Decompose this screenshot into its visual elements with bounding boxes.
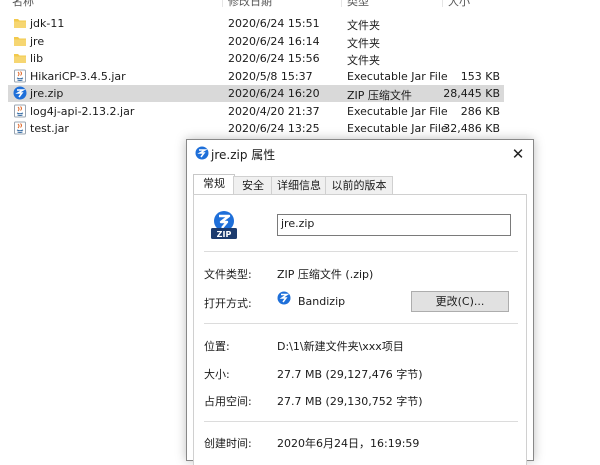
file-row[interactable]: HikariCP-3.4.5.jar 2020/5/8 15:37 Executab… [8, 68, 504, 85]
file-name: log4j-api-2.13.2.jar [30, 104, 135, 118]
file-name: lib [30, 52, 44, 65]
column-divider[interactable] [341, 0, 342, 7]
open-with-value: Bandizip [298, 295, 346, 308]
file-name: test.jar [30, 122, 69, 135]
folder-icon [14, 36, 26, 46]
tab-general[interactable]: 常规 [193, 174, 235, 195]
column-size-header[interactable]: 大小 [448, 0, 470, 9]
file-type: Executable Jar File [347, 69, 448, 83]
file-date: 2020/4/20 21:37 [228, 104, 320, 118]
properties-dialog: jre.zip 属性 ✕ 常规 安全 详细信息 以前的版本 ZIP jre.zi… [186, 139, 534, 465]
size-label: 大小: [204, 368, 230, 381]
general-tab-panel: ZIP jre.zip 文件类型: ZIP 压缩文件 (.zip) 打开方式: … [193, 194, 527, 465]
bandizip-zip-icon [13, 86, 27, 100]
open-with-label: 打开方式: [204, 297, 252, 310]
file-name: jre.zip [30, 87, 64, 100]
file-name: jdk-11 [30, 17, 65, 30]
file-type-value: ZIP 压缩文件 (.zip) [277, 268, 374, 281]
file-date: 2020/6/24 15:56 [228, 52, 320, 65]
divider [204, 421, 518, 422]
folder-icon [14, 19, 26, 28]
java-jar-icon [14, 121, 26, 135]
file-date: 2020/5/8 15:37 [228, 69, 313, 83]
file-type: Executable Jar File [347, 122, 448, 135]
location-label: 位置: [204, 340, 230, 353]
file-date: 2020/6/24 15:51 [228, 17, 320, 30]
file-type: 文件夹 [347, 19, 380, 32]
file-type: Executable Jar File [347, 104, 448, 118]
file-row[interactable]: jre 2020/6/24 16:14 文件夹 [8, 33, 504, 50]
file-size: 286 KB [460, 104, 500, 118]
file-type: 文件夹 [347, 54, 380, 67]
column-type-header[interactable]: 类型 [347, 0, 369, 9]
file-row[interactable]: jre.zip 2020/6/24 16:20 ZIP 压缩文件 28,445 KB [8, 85, 504, 102]
file-size: 28,445 KB [443, 87, 500, 100]
file-type: 文件夹 [347, 36, 380, 50]
bandizip-zip-icon [195, 146, 209, 160]
change-button[interactable]: 更改(C)... [411, 291, 509, 312]
close-icon[interactable]: ✕ [503, 140, 533, 168]
file-name: HikariCP-3.4.5.jar [30, 69, 126, 83]
file-row[interactable]: log4j-api-2.13.2.jar 2020/4/20 21:37 Execu… [8, 103, 504, 120]
file-type: ZIP 压缩文件 [347, 89, 412, 102]
file-date: 2020/6/24 16:20 [228, 87, 320, 100]
column-header: 名称 修改日期 类型 大小 [0, 0, 600, 9]
file-date: 2020/6/24 13:25 [228, 122, 320, 135]
svg-text:ZIP: ZIP [217, 230, 232, 239]
location-value: D:\1\新建文件夹\xxx项目 [277, 340, 404, 353]
created-value: 2020年6月24日，16:19:59 [277, 437, 420, 450]
file-row[interactable]: jdk-11 2020/6/24 15:51 文件夹 [8, 15, 504, 32]
file-row[interactable]: lib 2020/6/24 15:56 文件夹 [8, 50, 504, 67]
java-jar-icon [14, 104, 26, 117]
column-divider[interactable] [442, 0, 443, 7]
column-date-header[interactable]: 修改日期 [228, 0, 272, 9]
filename-input[interactable]: jre.zip [277, 214, 511, 236]
dialog-titlebar[interactable]: jre.zip 属性 ✕ [187, 140, 533, 168]
bandizip-icon [277, 291, 291, 305]
file-row[interactable]: test.jar 2020/6/24 13:25 Executable Jar Fi… [8, 120, 504, 137]
created-label: 创建时间: [204, 437, 252, 450]
tab-security[interactable]: 安全 [233, 176, 273, 194]
divider [204, 323, 518, 324]
file-size: 153 KB [460, 69, 500, 83]
disk-size-label: 占用空间: [204, 395, 252, 408]
tab-previous-versions[interactable]: 以前的版本 [325, 176, 393, 194]
java-jar-icon [14, 69, 26, 82]
file-type-label: 文件类型: [204, 268, 252, 281]
size-value: 27.7 MB (29,127,476 字节) [277, 368, 423, 381]
file-date: 2020/6/24 16:14 [228, 34, 320, 48]
dialog-title: jre.zip 属性 [211, 148, 276, 162]
tab-details[interactable]: 详细信息 [271, 176, 327, 194]
column-divider[interactable] [222, 0, 223, 7]
file-name: jre [30, 34, 45, 48]
disk-size-value: 27.7 MB (29,130,752 字节) [277, 395, 423, 408]
folder-icon [14, 54, 26, 63]
divider [204, 251, 518, 252]
file-size: 32,486 KB [443, 122, 500, 135]
zip-file-icon: ZIP [211, 211, 237, 239]
column-name-header[interactable]: 名称 [12, 0, 34, 9]
